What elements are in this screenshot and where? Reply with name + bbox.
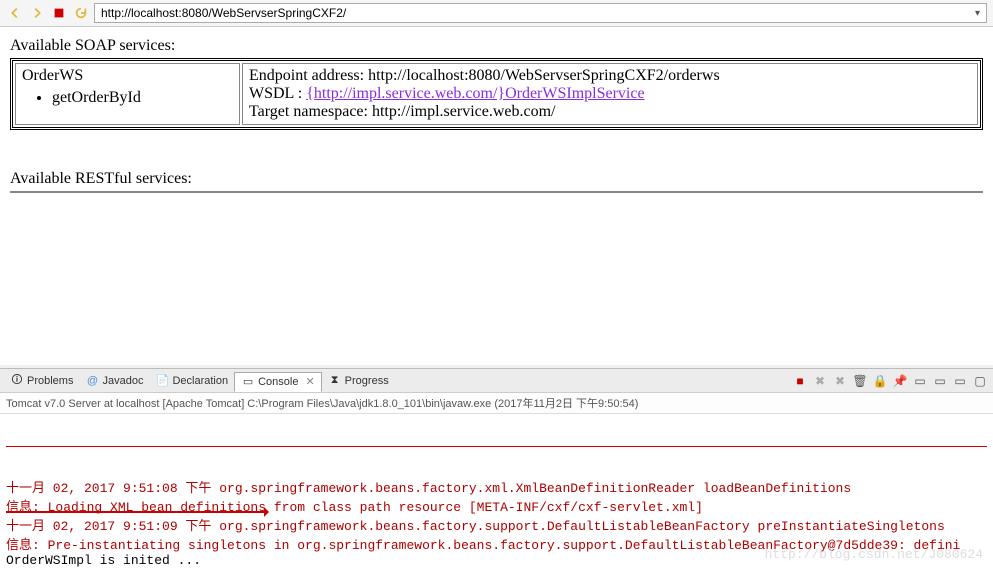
rest-heading: Available RESTful services:	[10, 170, 983, 188]
display-console-button[interactable]: ▭	[911, 372, 929, 390]
console-output[interactable]: 十一月 02, 2017 9:51:08 下午 org.springframew…	[0, 414, 993, 568]
wsdl-label: WSDL :	[249, 85, 306, 102]
browser-viewport: Available SOAP services: OrderWS getOrde…	[0, 27, 993, 365]
console-icon: ▭	[241, 375, 255, 389]
clear-console-button[interactable]: 🗑	[851, 372, 869, 390]
service-name: OrderWS	[22, 67, 233, 85]
soap-service-table: OrderWS getOrderById Endpoint address: h…	[10, 58, 983, 130]
soap-heading: Available SOAP services:	[10, 37, 983, 55]
endpoint-label: Endpoint address:	[249, 67, 368, 84]
browser-toolbar: http://localhost:8080/WebServserSpringCX…	[0, 0, 993, 27]
url-text: http://localhost:8080/WebServserSpringCX…	[101, 6, 346, 20]
remove-all-button[interactable]: ✖	[831, 372, 849, 390]
bottom-panel: 🛈 Problems @ Javadoc 📄 Declaration ▭ Con…	[0, 368, 993, 568]
minimize-button[interactable]: ▭	[951, 372, 969, 390]
pin-console-button[interactable]: 📌	[891, 372, 909, 390]
console-line: 十一月 02, 2017 9:51:08 下午 org.springframew…	[6, 477, 987, 496]
console-line: 十一月 02, 2017 9:51:09 下午 org.springframew…	[6, 515, 987, 534]
declaration-icon: 📄	[155, 374, 169, 388]
tab-progress[interactable]: ⧗ Progress	[322, 372, 395, 390]
console-line: 信息: Pre-instantiating singletons in org.…	[6, 534, 987, 553]
annotation-arrow	[6, 511, 266, 513]
endpoint-row: Endpoint address: http://localhost:8080/…	[249, 67, 971, 85]
forward-button[interactable]	[28, 4, 46, 22]
service-details-cell: Endpoint address: http://localhost:8080/…	[242, 63, 978, 125]
chevron-down-icon[interactable]: ▾	[975, 8, 980, 19]
problems-icon: 🛈	[10, 374, 24, 388]
console-header: Tomcat v7.0 Server at localhost [Apache …	[0, 393, 993, 414]
tab-console-label: Console	[258, 376, 298, 388]
scroll-lock-button[interactable]: 🔒	[871, 372, 889, 390]
wsdl-link[interactable]: {http://impl.service.web.com/}OrderWSImp…	[306, 85, 644, 102]
tab-declaration[interactable]: 📄 Declaration	[149, 372, 234, 390]
tab-javadoc[interactable]: @ Javadoc	[79, 372, 149, 390]
console-toolbar: ■ ✖ ✖ 🗑 🔒 📌 ▭ ▭ ▭ ▢	[791, 372, 989, 390]
url-bar[interactable]: http://localhost:8080/WebServserSpringCX…	[94, 3, 987, 23]
refresh-button[interactable]	[72, 4, 90, 22]
views-tab-bar: 🛈 Problems @ Javadoc 📄 Declaration ▭ Con…	[0, 369, 993, 393]
javadoc-icon: @	[85, 374, 99, 388]
target-ns-row: Target namespace: http://impl.service.we…	[249, 103, 971, 121]
target-ns-label: Target namespace:	[249, 103, 372, 120]
wsdl-row: WSDL : {http://impl.service.web.com/}Ord…	[249, 85, 971, 103]
console-top-divider	[6, 446, 987, 447]
maximize-button[interactable]: ▢	[971, 372, 989, 390]
tab-problems-label: Problems	[27, 375, 73, 387]
tab-progress-label: Progress	[345, 375, 389, 387]
remove-launch-button[interactable]: ✖	[811, 372, 829, 390]
tab-declaration-label: Declaration	[172, 375, 228, 387]
endpoint-value: http://localhost:8080/WebServserSpringCX…	[368, 67, 720, 84]
tab-console[interactable]: ▭ Console ✕	[234, 372, 322, 392]
tab-problems[interactable]: 🛈 Problems	[4, 372, 79, 390]
service-cell: OrderWS getOrderById	[15, 63, 240, 125]
rest-divider	[10, 191, 983, 193]
progress-icon: ⧗	[328, 374, 342, 388]
close-icon[interactable]: ✕	[305, 375, 314, 388]
console-line: OrderWSImpl is inited ...	[6, 553, 987, 568]
service-method: getOrderById	[52, 89, 233, 107]
target-ns-value: http://impl.service.web.com/	[372, 103, 556, 120]
terminate-button[interactable]: ■	[791, 372, 809, 390]
open-console-button[interactable]: ▭	[931, 372, 949, 390]
tab-javadoc-label: Javadoc	[102, 375, 143, 387]
back-button[interactable]	[6, 4, 24, 22]
stop-button[interactable]	[50, 4, 68, 22]
